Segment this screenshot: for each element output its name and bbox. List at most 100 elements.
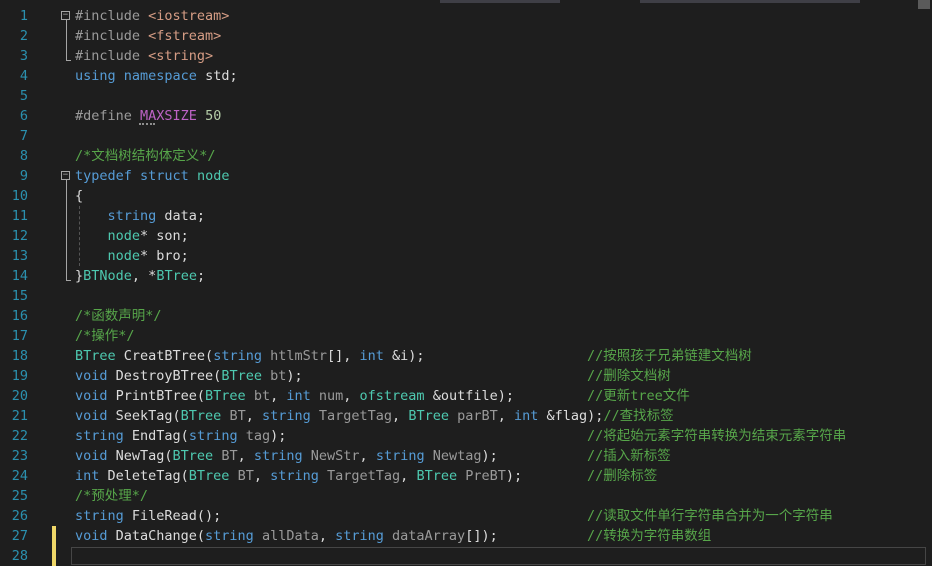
code-token: string (270, 468, 328, 484)
code-line-5[interactable]: 5 (0, 86, 932, 106)
code-line-26[interactable]: 26 string FileRead(); //读取文件单行字符串合并为一个字符串 (0, 506, 932, 526)
change-marker (52, 526, 56, 546)
code-line-1[interactable]: 1 #include <iostream> (0, 6, 932, 26)
code-line-24[interactable]: 24 int DeleteTag(BTree BT, string TargetT… (0, 466, 932, 486)
code-token: { (75, 188, 84, 204)
line-code: void PrintBTree(BTree bt, int num, ofstr… (75, 386, 514, 406)
code-line-22[interactable]: 22 string EndTag(string tag); //将起始元素字符串转换… (0, 426, 932, 446)
fold-guide-end (66, 280, 71, 281)
code-line-25[interactable]: 25 /*预处理*/ (0, 486, 932, 506)
line-number: 27 (11, 528, 28, 544)
code-token: CreatBTree( (123, 348, 214, 364)
code-token: NewTag( (115, 448, 173, 464)
code-token: parBT (457, 408, 498, 424)
line-number: 26 (11, 508, 28, 524)
code-token: , (245, 408, 262, 424)
indent-guide (79, 206, 80, 266)
code-line-17[interactable]: 17 /*操作*/ (0, 326, 932, 346)
code-token: void (75, 448, 116, 464)
code-token: BT (221, 448, 238, 464)
code-token: PreBT (465, 468, 506, 484)
fold-guide (66, 20, 67, 60)
code-token: SeekTag( (115, 408, 181, 424)
code-token: ofstream (359, 388, 433, 404)
code-token: [], (327, 348, 360, 364)
code-line-19[interactable]: 19 void DestroyBTree(BTree bt); //删除文档树 (0, 366, 932, 386)
code-token: BTree (180, 408, 230, 424)
line-number: 8 (19, 148, 28, 164)
code-line-14[interactable]: 14}BTNode, *BTree; (0, 266, 932, 286)
line-code: node* bro; (75, 246, 189, 266)
code-line-21[interactable]: 21 void SeekTag(BTree BT, string TargetTa… (0, 406, 932, 426)
line-code: void DestroyBTree(BTree bt); (75, 366, 303, 386)
code-editor[interactable]: 1 #include <iostream> 2 #include <fstream> 3… (0, 0, 932, 566)
code-line-27[interactable]: 27 void DataChange(string allData, string… (0, 526, 932, 546)
code-token: BTree (408, 408, 458, 424)
code-line-12[interactable]: 12 node* son; (0, 226, 932, 246)
code-line-10[interactable]: 10 { (0, 186, 932, 206)
code-token: BTree (188, 468, 238, 484)
code-line-8[interactable]: 8 /*文档树结构体定义*/ (0, 146, 932, 166)
code-token: /*文档树结构体定义*/ (75, 148, 216, 164)
line-number: 24 (11, 468, 28, 484)
code-line-4[interactable]: 4 using namespace std; (0, 66, 932, 86)
current-line-highlight (71, 547, 926, 565)
line-number: 3 (19, 48, 28, 64)
fold-guide-end (66, 60, 71, 61)
line-number: 16 (11, 308, 28, 324)
code-token: , * (131, 268, 157, 284)
line-number: 12 (11, 228, 28, 244)
fold-collapse-icon[interactable]: − (61, 11, 70, 20)
line-comment: //更新tree文件 (587, 388, 690, 404)
line-comment: //读取文件单行字符串合并为一个字符串 (587, 508, 833, 524)
code-token: bt (270, 368, 287, 384)
line-number: 4 (19, 68, 28, 84)
code-line-23[interactable]: 23 void NewTag(BTree BT, string NewStr, s… (0, 446, 932, 466)
code-token: NewStr (310, 448, 360, 464)
code-token: #include (75, 28, 149, 44)
code-token: BT (229, 408, 246, 424)
line-number: 23 (11, 448, 28, 464)
code-line-3[interactable]: 3 #include <string> (0, 46, 932, 66)
code-token: &outfile); (432, 388, 514, 404)
code-token: string (213, 348, 271, 364)
line-code: #include <fstream> (75, 26, 221, 46)
code-token: BTree (75, 348, 124, 364)
code-token: void (75, 408, 116, 424)
code-line-9[interactable]: 9 typedef struct node (0, 166, 932, 186)
code-line-13[interactable]: 13 node* bro; (0, 246, 932, 266)
line-code: string FileRead(); (75, 506, 221, 526)
line-code: using namespace std; (75, 66, 238, 86)
code-token: dataArray (392, 528, 466, 544)
code-token: Newtag (432, 448, 482, 464)
code-token: <fstream> (148, 28, 222, 44)
code-token: using (75, 68, 124, 84)
code-token: bt (253, 388, 271, 404)
code-line-2[interactable]: 2 #include <fstream> (0, 26, 932, 46)
line-number: 28 (11, 548, 28, 564)
code-token: void (75, 528, 116, 544)
code-token: BTNode (83, 268, 132, 284)
code-line-20[interactable]: 20 void PrintBTree(BTree bt, int num, ofs… (0, 386, 932, 406)
code-line-16[interactable]: 16 /*函数声明*/ (0, 306, 932, 326)
code-token: /*函数声明*/ (75, 308, 162, 324)
code-line-11[interactable]: 11 string data; (0, 206, 932, 226)
code-token: BTree (221, 368, 271, 384)
fold-collapse-icon[interactable]: − (61, 171, 70, 180)
code-token: int (75, 468, 108, 484)
code-token: , (392, 408, 409, 424)
code-line-15[interactable]: 15 (0, 286, 932, 306)
code-token: TargetTag (318, 408, 393, 424)
line-number: 2 (19, 28, 28, 44)
line-code: void SeekTag(BTree BT, string TargetTag,… (75, 406, 674, 426)
code-token: #include (75, 8, 149, 24)
line-number: 6 (19, 108, 28, 124)
code-line-18[interactable]: 18 BTree CreatBTree(string htlmStr[], int… (0, 346, 932, 366)
line-number: 15 (11, 288, 28, 304)
code-token: int (286, 388, 319, 404)
code-token: PrintBTree( (115, 388, 206, 404)
line-number: 11 (11, 208, 28, 224)
code-token: , (270, 388, 287, 404)
code-line-7[interactable]: 7 (0, 126, 932, 146)
code-token: BTree (156, 268, 197, 284)
